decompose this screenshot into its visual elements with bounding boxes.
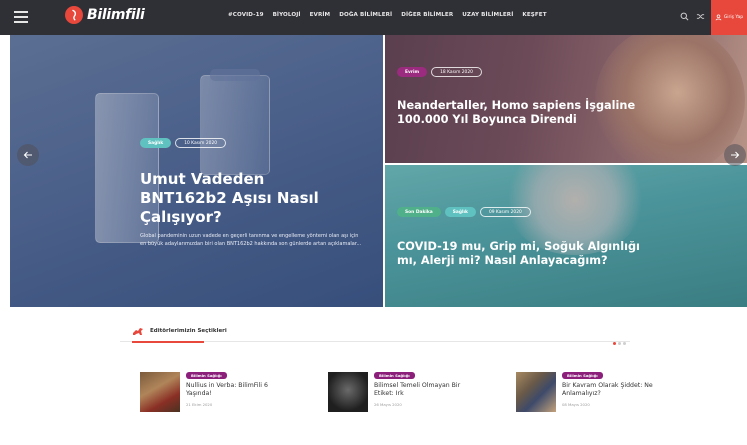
category-tag-breaking[interactable]: Son Dakika <box>397 207 441 217</box>
pick-category-tag[interactable]: Bilimin Sağlığı <box>562 372 603 379</box>
arrow-left-icon <box>23 151 32 159</box>
featured-article-bottom-right[interactable]: Son Dakika Sağlık 09 Kasım 2020 COVID-19… <box>385 165 747 307</box>
pick-title[interactable]: Nullius in Verba: BilimFili 6 Yaşında! <box>186 382 290 399</box>
pick-title[interactable]: Bilimsel Temeli Olmayan Bir Etiket: Irk <box>374 382 478 399</box>
main-navigation: #COVID-19 BİYOLOJİ EVRİM DOĞA BİLİMLERİ … <box>228 12 547 18</box>
nav-item-evrim[interactable]: EVRİM <box>310 12 331 18</box>
user-icon <box>715 14 722 21</box>
editors-picks-title: Editörlerimizin Seçtikleri <box>150 327 227 334</box>
article-date: 09 Kasım 2020 <box>479 207 531 217</box>
editors-picks-header: Editörlerimizin Seçtikleri <box>120 320 630 342</box>
logo-mark-icon <box>65 6 83 24</box>
slider-next-button[interactable] <box>724 144 746 166</box>
carousel-dot[interactable] <box>613 342 616 345</box>
picks-cards: Bilimin Sağlığı Nullius in Verba: BilimF… <box>140 372 666 412</box>
bottom-right-article-meta: Son Dakika Sağlık 09 Kasım 2020 <box>397 207 531 217</box>
shuffle-icon[interactable] <box>696 12 705 21</box>
pick-date: 21 Ekim 2020 <box>186 401 213 407</box>
menu-icon[interactable] <box>14 11 28 23</box>
featured-article-top-right[interactable]: Evrim 18 Kasım 2020 Neandertaller, Homo … <box>385 35 747 163</box>
pick-title[interactable]: Bir Kavram Olarak Şiddet: Ne Anlamalıyız… <box>562 382 666 399</box>
article-date: 18 Kasım 2020 <box>431 67 482 77</box>
main-article-meta: Sağlık 10 Kasım 2020 <box>140 138 227 148</box>
pick-card[interactable]: Bilimin Sağlığı Bilimsel Temeli Olmayan … <box>328 372 478 412</box>
header-actions <box>680 12 705 21</box>
featured-article-main[interactable]: Sağlık 10 Kasım 2020 Umut Vadeden BNT162… <box>10 35 383 307</box>
site-logo[interactable]: Bilimfili <box>65 6 145 24</box>
editors-picks-section: Editörlerimizin Seçtikleri Bilimin Sağlı… <box>120 320 653 412</box>
category-tag[interactable]: Evrim <box>397 67 428 77</box>
arrow-right-icon <box>731 151 740 159</box>
top-navigation-bar: Bilimfili #COVID-19 BİYOLOJİ EVRİM DOĞA … <box>0 0 747 35</box>
nav-item-covid[interactable]: #COVID-19 <box>228 12 264 18</box>
article-date: 10 Kasım 2020 <box>175 138 227 148</box>
nav-item-diger-bilimler[interactable]: DİĞER BİLİMLER <box>401 12 453 18</box>
pick-card[interactable]: Bilimin Sağlığı Nullius in Verba: BilimF… <box>140 372 290 412</box>
pick-date: 08 Mayıs 2020 <box>562 401 590 407</box>
pick-category-tag[interactable]: Bilimin Sağlığı <box>374 372 415 379</box>
pick-thumbnail-painting-2 <box>516 372 556 412</box>
slider-prev-button[interactable] <box>17 144 39 166</box>
main-article-excerpt: Global pandeminin uzun vadede en geçerli… <box>140 233 362 247</box>
nav-item-doga-bilimleri[interactable]: DOĞA BİLİMLERİ <box>339 12 392 18</box>
search-icon[interactable] <box>680 12 689 21</box>
nav-item-kesfet[interactable]: KEŞFET <box>522 12 546 18</box>
main-article-title[interactable]: Umut Vadeden BNT162b2 Aşısı Nasıl Çalışı… <box>140 170 340 226</box>
carousel-dot[interactable] <box>618 342 621 345</box>
nav-item-uzay-bilimleri[interactable]: UZAY BİLİMLERİ <box>462 12 513 18</box>
login-label: Giriş Yap <box>723 15 744 20</box>
category-tag[interactable]: Sağlık <box>140 138 172 148</box>
top-right-article-meta: Evrim 18 Kasım 2020 <box>397 67 482 77</box>
pick-thumbnail-painting <box>140 372 180 412</box>
carousel-dots <box>613 342 626 345</box>
pick-thumbnail-primate <box>328 372 368 412</box>
bottom-right-article-title[interactable]: COVID-19 mu, Grip mi, Soğuk Algınlığı mı… <box>397 240 657 268</box>
nav-item-biyoloji[interactable]: BİYOLOJİ <box>273 12 301 18</box>
dinosaur-icon <box>133 327 143 335</box>
carousel-dot[interactable] <box>623 342 626 345</box>
pick-category-tag[interactable]: Bilimin Sağlığı <box>186 372 227 379</box>
category-tag-health[interactable]: Sağlık <box>444 207 476 217</box>
hero-slider: Sağlık 10 Kasım 2020 Umut Vadeden BNT162… <box>10 35 747 307</box>
top-right-article-title[interactable]: Neandertaller, Homo sapiens İşgaline 100… <box>397 99 637 127</box>
overlay-tint <box>385 165 747 307</box>
pick-card[interactable]: Bilimin Sağlığı Bir Kavram Olarak Şiddet… <box>516 372 666 412</box>
pick-date: 26 Mayıs 2020 <box>374 401 402 407</box>
login-button[interactable]: Giriş Yap <box>711 0 747 35</box>
logo-text: Bilimfili <box>87 7 145 23</box>
